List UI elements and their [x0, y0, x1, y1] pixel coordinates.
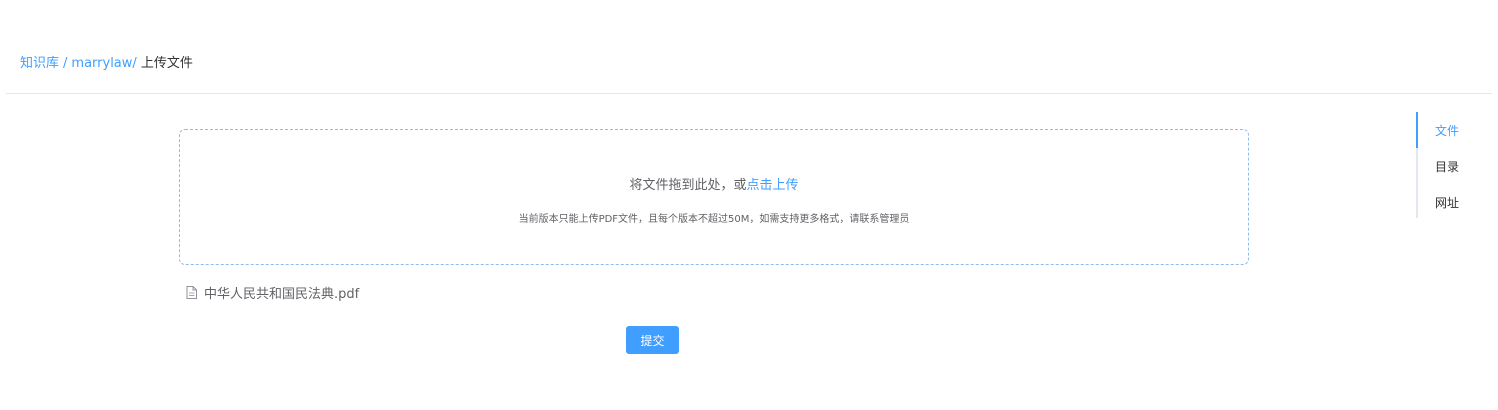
- file-list-item[interactable]: 中华人民共和国民法典.pdf: [186, 283, 360, 302]
- anchor-active-indicator: [1416, 112, 1418, 148]
- breadcrumb-marrylaw-link[interactable]: marrylaw/: [71, 56, 136, 71]
- upload-tip: 当前版本只能上传PDF文件，且每个版本不超过50M，如需支持更多格式，请联系管理…: [518, 214, 910, 225]
- document-icon: [186, 285, 197, 299]
- file-name: 中华人民共和国民法典.pdf: [204, 286, 360, 302]
- anchor-item-url[interactable]: 网址: [1435, 194, 1459, 211]
- click-upload-link[interactable]: 点击上传: [747, 178, 799, 193]
- submit-button[interactable]: 提交: [626, 326, 679, 354]
- breadcrumb-knowledge-base-link[interactable]: 知识库: [20, 56, 59, 71]
- upload-prompt-text: 将文件拖到此处，或: [629, 178, 747, 193]
- breadcrumb: 知识库 / marrylaw/ 上传文件: [20, 55, 193, 73]
- anchor-item-file[interactable]: 文件: [1435, 122, 1459, 139]
- anchor-item-directory[interactable]: 目录: [1435, 158, 1459, 175]
- upload-page: 知识库 / marrylaw/ 上传文件 将文件拖到此处，或点击上传 当前版本只能上…: [0, 0, 1498, 410]
- anchor-nav: 文件 目录 网址: [1416, 112, 1478, 218]
- breadcrumb-current: 上传文件: [140, 56, 193, 71]
- breadcrumb-separator: /: [63, 56, 68, 71]
- header-divider: [6, 93, 1492, 94]
- upload-dropzone[interactable]: 将文件拖到此处，或点击上传 当前版本只能上传PDF文件，且每个版本不超过50M，…: [179, 129, 1249, 265]
- upload-prompt: 将文件拖到此处，或点击上传: [180, 174, 1248, 193]
